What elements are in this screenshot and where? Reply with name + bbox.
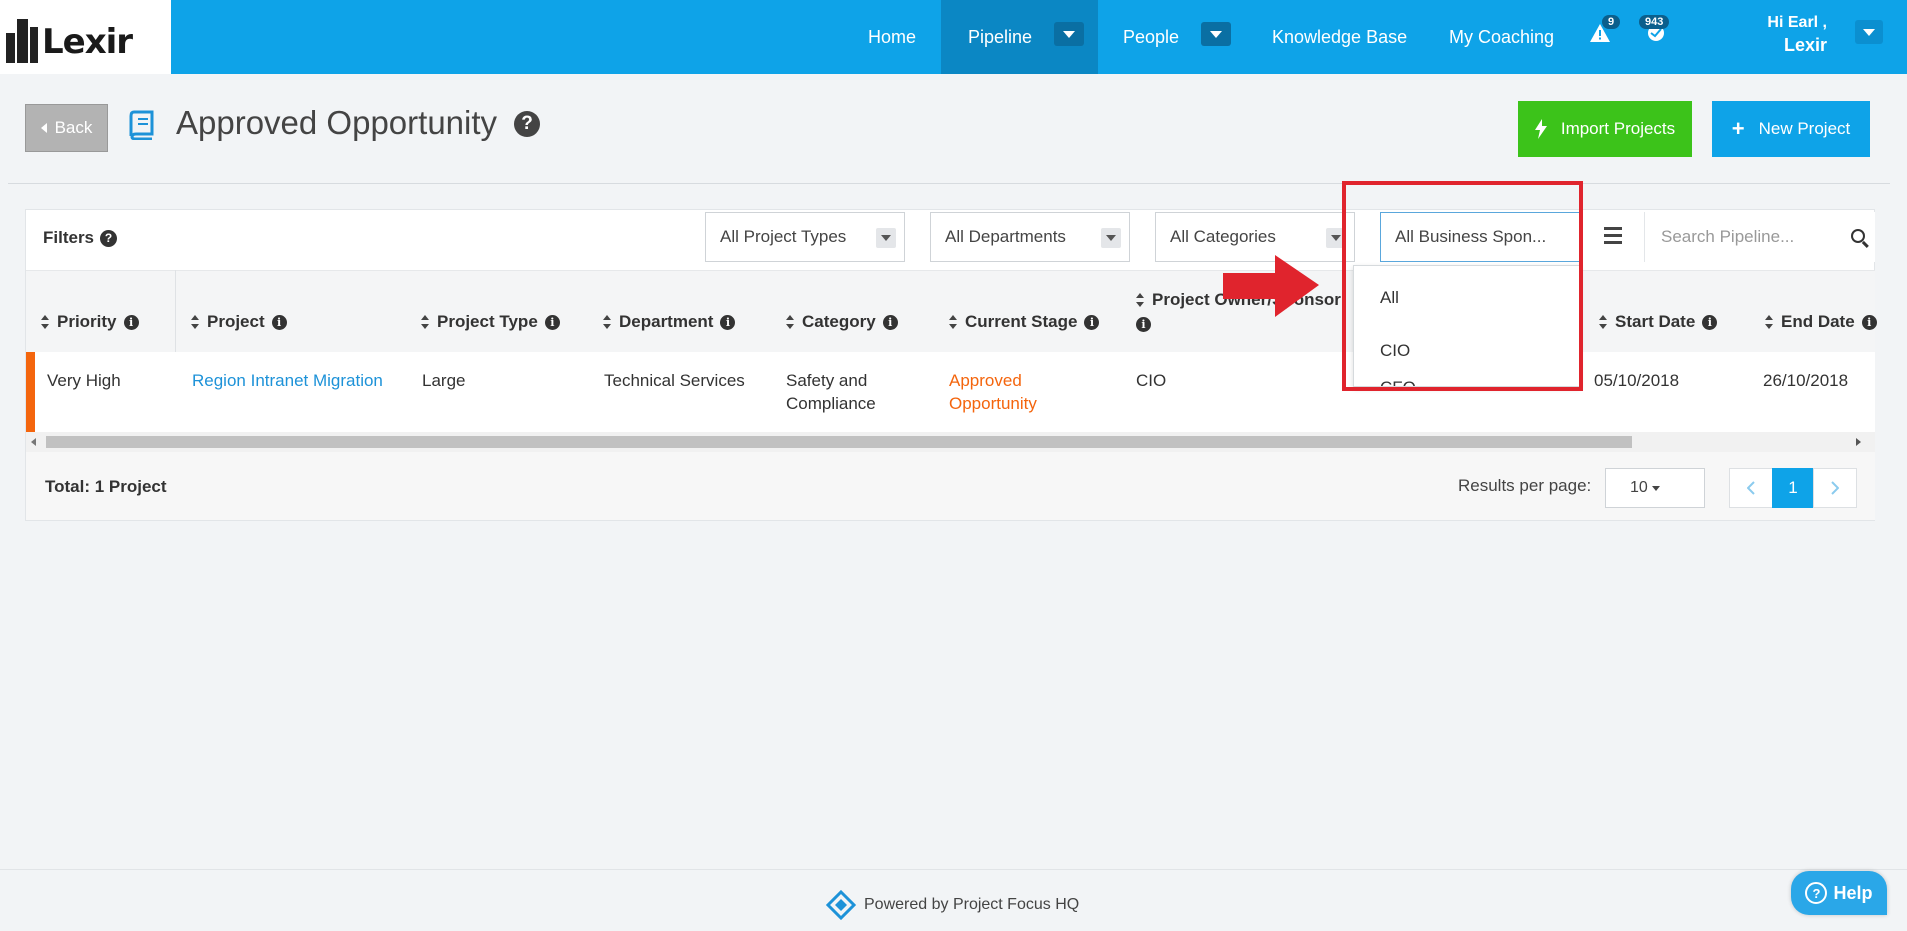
page-1-button[interactable]: 1 bbox=[1772, 468, 1814, 508]
sort-icon bbox=[1599, 315, 1608, 329]
cell-start-date: 05/10/2018 bbox=[1594, 371, 1680, 390]
chevron-down-icon bbox=[1101, 228, 1121, 248]
column-project[interactable]: Project i bbox=[191, 312, 287, 332]
new-project-button[interactable]: + New Project bbox=[1712, 101, 1870, 157]
column-divider bbox=[175, 270, 176, 352]
chevron-right-icon bbox=[1831, 481, 1839, 495]
results-per-page-select[interactable]: 10 bbox=[1605, 468, 1705, 508]
people-dropdown-toggle[interactable] bbox=[1201, 22, 1231, 46]
alert-count-badge: 9 bbox=[1602, 15, 1621, 29]
sort-icon bbox=[41, 315, 50, 329]
nav-my-coaching[interactable]: My Coaching bbox=[1449, 0, 1554, 74]
building-icon bbox=[6, 11, 40, 63]
page-title: Approved Opportunity bbox=[176, 104, 498, 141]
search-input[interactable]: Search Pipeline... bbox=[1644, 212, 1875, 262]
caret-left-icon bbox=[40, 123, 47, 133]
column-category[interactable]: Category i bbox=[786, 312, 898, 332]
sort-icon bbox=[421, 315, 430, 329]
book-icon bbox=[129, 110, 154, 140]
footer-divider bbox=[0, 869, 1907, 870]
sort-icon bbox=[949, 315, 958, 329]
red-arrow-icon bbox=[1223, 255, 1319, 317]
sort-icon bbox=[191, 315, 200, 329]
department-select[interactable]: All Departments bbox=[930, 212, 1130, 262]
import-projects-button[interactable]: Import Projects bbox=[1518, 101, 1692, 157]
notification-count-badge: 943 bbox=[1639, 15, 1670, 29]
cell-category: Safety and Compliance bbox=[786, 371, 876, 413]
project-link[interactable]: Region Intranet Migration bbox=[192, 369, 383, 392]
nav-people[interactable]: People bbox=[1123, 0, 1179, 74]
info-icon[interactable]: i bbox=[271, 314, 287, 330]
sort-icon bbox=[1136, 293, 1145, 307]
top-nav: Lexir Home Pipeline People Knowledge Bas… bbox=[0, 0, 1907, 74]
sort-icon bbox=[786, 315, 795, 329]
user-name: Lexir bbox=[1783, 35, 1827, 55]
project-type-select[interactable]: All Project Types bbox=[705, 212, 905, 262]
nav-knowledge-base[interactable]: Knowledge Base bbox=[1272, 0, 1407, 74]
back-button[interactable]: Back bbox=[25, 104, 108, 152]
search-icon[interactable] bbox=[1851, 229, 1865, 243]
column-end-date[interactable]: End Date i bbox=[1765, 312, 1877, 332]
highlight-box bbox=[1342, 181, 1583, 391]
column-menu-icon[interactable] bbox=[1604, 227, 1622, 248]
user-greeting[interactable]: Hi Earl , Lexir bbox=[1767, 12, 1827, 56]
column-project-type[interactable]: Project Type i bbox=[421, 312, 560, 332]
scroll-left-icon[interactable] bbox=[31, 438, 36, 446]
info-icon[interactable]: i bbox=[1702, 314, 1718, 330]
greeting-text: Hi Earl , bbox=[1767, 14, 1827, 31]
table-header bbox=[26, 270, 1875, 352]
help-icon[interactable]: ? bbox=[514, 111, 540, 137]
table-footer bbox=[26, 452, 1875, 520]
cell-end-date: 26/10/2018 bbox=[1763, 371, 1849, 390]
lightning-icon bbox=[1534, 119, 1547, 139]
total-count: Total: 1 Project bbox=[45, 477, 167, 496]
divider bbox=[8, 183, 1890, 184]
chevron-down-icon bbox=[876, 228, 896, 248]
sort-icon bbox=[603, 315, 612, 329]
scrollbar-thumb[interactable] bbox=[46, 436, 1632, 448]
info-icon[interactable]: i bbox=[882, 314, 898, 330]
cell-current-stage: Approved Opportunity bbox=[949, 371, 1037, 413]
cell-owner: CIO bbox=[1136, 371, 1167, 390]
info-icon[interactable]: i bbox=[720, 314, 736, 330]
results-per-page-label: Results per page: bbox=[1458, 476, 1592, 495]
column-start-date[interactable]: Start Date i bbox=[1599, 312, 1718, 332]
powered-by: Powered by Project Focus HQ bbox=[826, 890, 1079, 920]
cell-department: Technical Services bbox=[604, 371, 745, 390]
pipeline-dropdown-toggle[interactable] bbox=[1054, 22, 1084, 46]
next-page-button[interactable] bbox=[1813, 468, 1857, 508]
brand-name: Lexir bbox=[42, 22, 133, 62]
info-icon[interactable]: i bbox=[1136, 317, 1151, 332]
filters-help-icon[interactable]: ? bbox=[100, 229, 118, 247]
scroll-right-icon[interactable] bbox=[1856, 438, 1861, 446]
column-current-stage[interactable]: Current Stage i bbox=[949, 312, 1100, 332]
prev-page-button[interactable] bbox=[1729, 468, 1773, 508]
chevron-left-icon bbox=[1747, 481, 1755, 495]
project-focus-logo-icon bbox=[826, 890, 856, 920]
cell-priority: Very High bbox=[47, 371, 121, 390]
info-icon[interactable]: i bbox=[1861, 314, 1877, 330]
column-department[interactable]: Department i bbox=[603, 312, 736, 332]
plus-icon: + bbox=[1731, 116, 1745, 141]
priority-indicator bbox=[26, 352, 35, 432]
brand-logo[interactable]: Lexir bbox=[0, 0, 171, 74]
info-icon[interactable]: i bbox=[544, 314, 560, 330]
sort-icon bbox=[1765, 315, 1774, 329]
cell-project-type: Large bbox=[422, 371, 466, 390]
question-icon: ? bbox=[1805, 882, 1828, 904]
info-icon[interactable]: i bbox=[1084, 314, 1100, 330]
help-button[interactable]: ? Help bbox=[1791, 871, 1887, 915]
info-icon[interactable]: i bbox=[123, 314, 139, 330]
nav-home[interactable]: Home bbox=[868, 0, 916, 74]
user-menu-toggle[interactable] bbox=[1855, 20, 1883, 44]
filters-label: Filters ? bbox=[43, 228, 118, 248]
column-priority[interactable]: Priority i bbox=[41, 312, 139, 332]
